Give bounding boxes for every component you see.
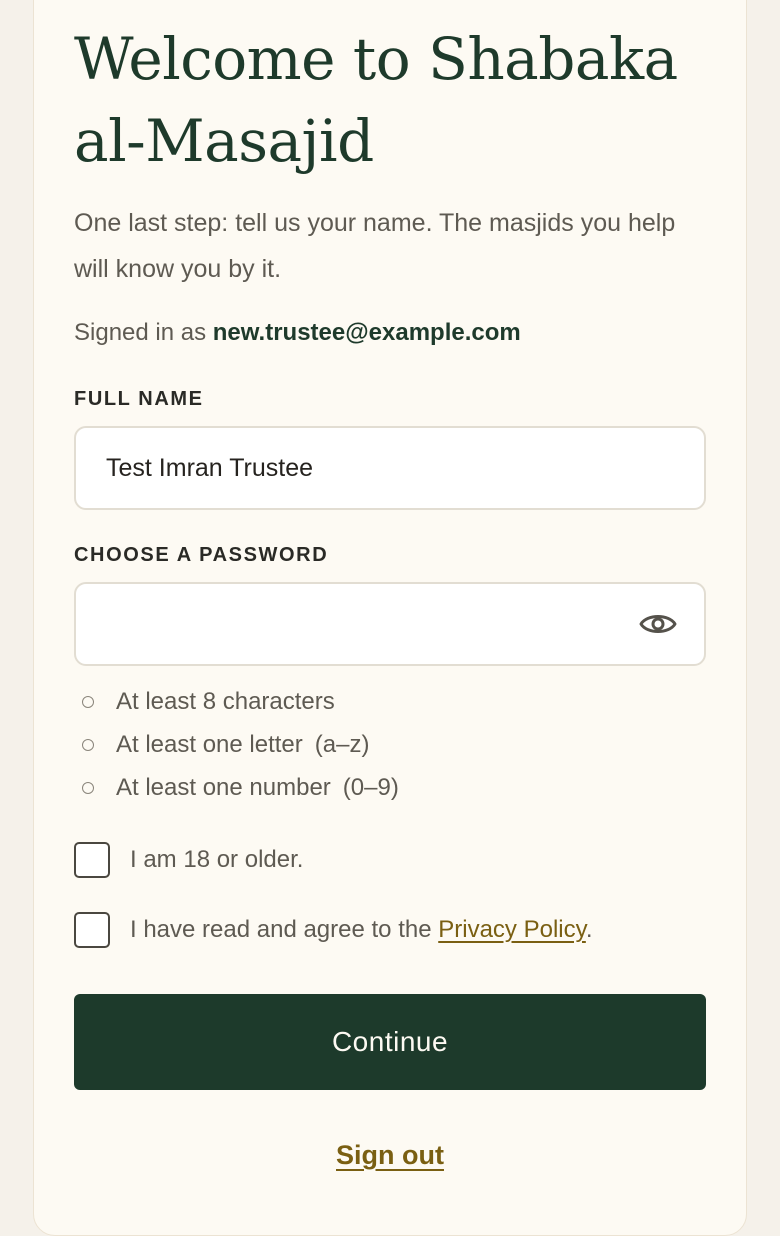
password-label: CHOOSE A PASSWORD xyxy=(74,544,329,566)
full-name-field-wrapper xyxy=(74,426,706,510)
privacy-suffix: . xyxy=(585,916,593,943)
privacy-policy-link[interactable]: Privacy Policy xyxy=(438,916,586,943)
privacy-check-row: I have read and agree to the Privacy Pol… xyxy=(74,912,593,948)
eye-icon[interactable] xyxy=(638,606,678,642)
full-name-input[interactable] xyxy=(76,428,704,508)
page-title: Welcome to Shabaka al-Masajid xyxy=(74,25,678,175)
password-field-wrapper xyxy=(74,582,706,666)
rule-text: At least one number (0–9) xyxy=(116,773,399,801)
sign-out-link[interactable]: Sign out xyxy=(336,1140,444,1170)
rule-item: At least 8 characters xyxy=(80,680,399,723)
password-rules: At least 8 characters At least one lette… xyxy=(80,680,399,809)
continue-button[interactable]: Continue xyxy=(74,994,706,1090)
rule-text: At least 8 characters xyxy=(116,687,335,715)
full-name-label: FULL NAME xyxy=(74,388,204,410)
age-check-label: I am 18 or older. xyxy=(130,846,304,873)
privacy-check-label: I have read and agree to the Privacy Pol… xyxy=(130,916,593,944)
signed-in-email: new.trustee@example.com xyxy=(212,319,521,346)
signed-in-prefix: Signed in as xyxy=(74,319,213,346)
rule-text: At least one letter (a–z) xyxy=(116,730,370,758)
rule-item: At least one letter (a–z) xyxy=(80,723,399,766)
age-check-row: I am 18 or older. xyxy=(74,842,303,878)
password-input[interactable] xyxy=(76,584,704,664)
sign-out-row: Sign out xyxy=(0,1140,780,1171)
circle-bullet-icon xyxy=(82,781,94,794)
age-checkbox[interactable] xyxy=(74,842,110,878)
circle-bullet-icon xyxy=(82,695,94,708)
intro-text: One last step: tell us your name. The ma… xyxy=(74,209,676,283)
privacy-checkbox[interactable] xyxy=(74,912,110,948)
rule-item: At least one number (0–9) xyxy=(80,766,399,809)
circle-bullet-icon xyxy=(82,738,94,751)
privacy-prefix: I have read and agree to the xyxy=(130,916,439,943)
signed-in-line: Signed in as new.trustee@example.com xyxy=(74,316,521,350)
